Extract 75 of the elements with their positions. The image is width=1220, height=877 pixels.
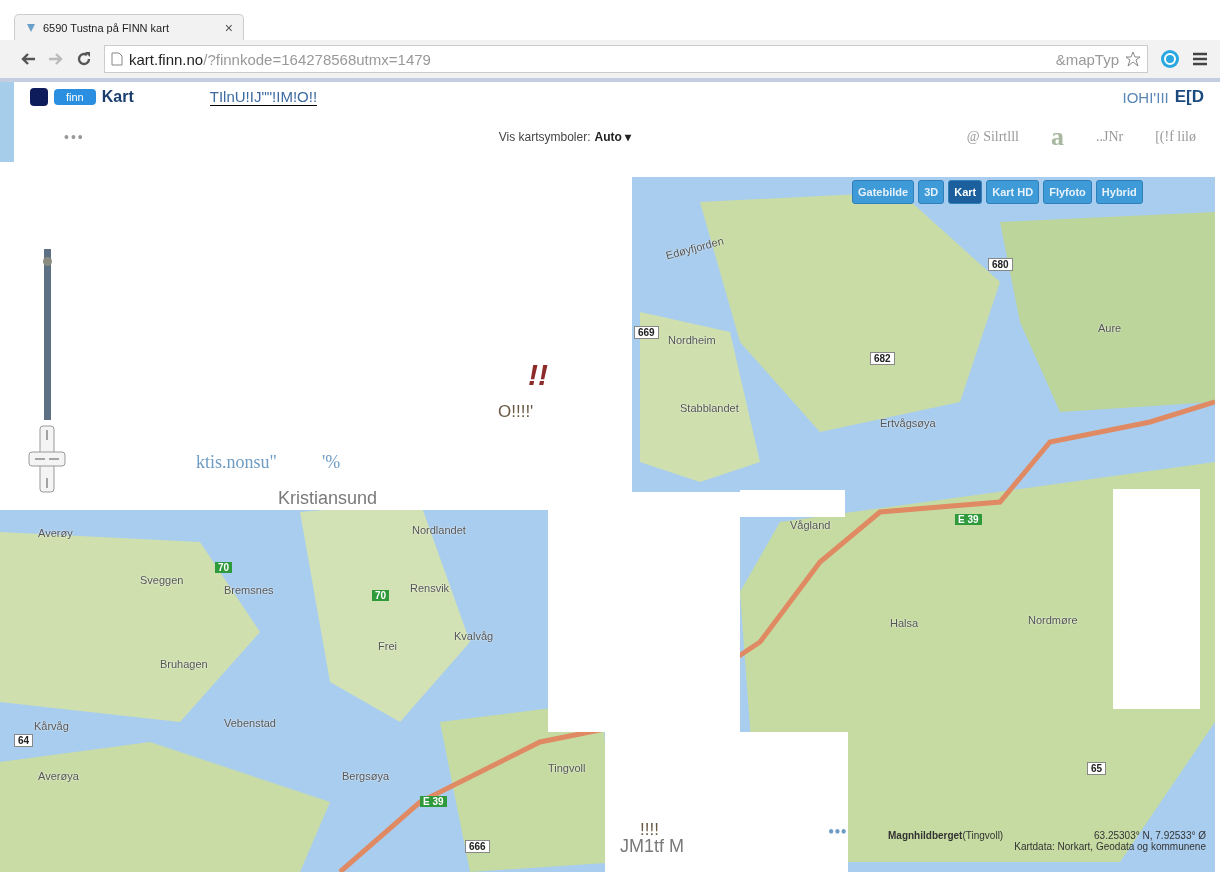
map-type-button[interactable]: Flyfoto: [1043, 180, 1092, 204]
road-number: 64: [14, 734, 34, 747]
address-bar[interactable]: kart.finn.no/?finnkode=164278568utmx=1479 &mapTyp: [104, 45, 1148, 73]
place-label: Ertvågsøya: [880, 417, 936, 429]
menu-icon[interactable]: [1192, 52, 1208, 66]
toolbar-item[interactable]: a: [1050, 122, 1064, 152]
close-button[interactable]: ×: [224, 19, 233, 36]
header-text: E[D: [1174, 87, 1204, 107]
place-label: Bruhagen: [160, 658, 208, 670]
forward-icon[interactable]: [48, 52, 64, 66]
logo-mark: [30, 88, 48, 106]
finn-logo[interactable]: finn: [54, 89, 96, 105]
toolbar-item[interactable]: [(!f lilø: [1155, 129, 1196, 145]
place-label: Tingvoll: [548, 762, 586, 774]
place-label: Vågland: [790, 519, 831, 531]
place-label: Vebenstad: [224, 717, 276, 729]
place-label: Halsa: [890, 617, 919, 629]
map-type-button[interactable]: 3D: [918, 180, 945, 204]
more-dots[interactable]: •••: [64, 129, 85, 145]
place-label: Averøy: [38, 527, 73, 539]
zoom-slider[interactable]: [44, 249, 51, 420]
map-type-button[interactable]: Hybrid: [1095, 180, 1143, 204]
map-credit: Kartdata: Norkart, Geodata og kommunene: [1013, 841, 1206, 852]
place-label: Averøya: [38, 770, 79, 782]
place-label: Nordheim: [668, 334, 716, 346]
stray-text: ktis.nonsu": [196, 452, 277, 473]
road-number: E 39: [420, 796, 447, 807]
back-icon[interactable]: [20, 52, 36, 66]
header-text: IOHI'III: [1122, 88, 1169, 106]
symbols-label: Vis kartsymboler:: [498, 130, 591, 144]
star-icon[interactable]: [1125, 51, 1141, 67]
place-label: Stabblandet: [680, 402, 739, 414]
stray-text: •••: [828, 822, 847, 843]
place-label: Bremsnes: [224, 584, 274, 596]
zoom-thumb[interactable]: [43, 257, 52, 266]
tab-title: 6590 Tustna på FINN kart: [43, 21, 169, 34]
page-icon: [111, 52, 123, 66]
place-label: Sveggen: [140, 574, 184, 586]
road-number: 680: [988, 258, 1013, 271]
place-label: Rensvik: [410, 582, 450, 594]
road-number: 666: [465, 840, 490, 853]
place-label: Kvalvåg: [454, 630, 494, 642]
place-label: Aure: [1098, 322, 1122, 334]
extension-icon[interactable]: [1160, 49, 1180, 69]
pan-control-icon[interactable]: [27, 424, 67, 494]
place-label: Nordmøre: [1028, 614, 1078, 626]
browser-tab[interactable]: 6590 Tustna på FINN kart ×: [14, 14, 244, 40]
map-type-button[interactable]: Kart HD: [986, 180, 1040, 204]
road-number: 65: [1087, 762, 1107, 775]
favicon-icon: [25, 21, 37, 34]
page-title: Kart: [101, 88, 134, 106]
place-label: Frei: [378, 640, 397, 652]
stray-text: '%: [322, 452, 341, 473]
place-label: Bergsøya: [342, 770, 390, 782]
symbols-dropdown[interactable]: Auto ▾: [594, 130, 632, 144]
map-type-button[interactable]: Kart: [948, 180, 983, 204]
place-label: Kårvåg: [34, 720, 69, 732]
stray-text: !!!!: [640, 820, 659, 839]
road-number: 70: [372, 590, 390, 601]
toolbar-item[interactable]: ..JNr: [1095, 129, 1124, 145]
road-number: E 39: [955, 514, 982, 525]
toolbar-item[interactable]: @ Silrtlll: [966, 129, 1019, 145]
reload-icon[interactable]: [76, 51, 92, 67]
road-number: 669: [634, 326, 659, 339]
location-name: Magnhildberget(Tingvoll): [888, 830, 1004, 841]
stray-text: !!: [528, 358, 548, 392]
stray-text: O!!!!': [498, 402, 534, 422]
map-type-button[interactable]: Gatebilde: [852, 180, 915, 204]
header-link[interactable]: TIlnU!IJ""!IM!O!!: [209, 88, 318, 106]
road-number: 682: [870, 352, 895, 365]
coordinates: 63.25303° N, 7.92533° Ø: [1094, 830, 1206, 841]
road-number: 70: [215, 562, 233, 573]
stray-text: Kristiansund: [278, 488, 378, 509]
place-label: Nordlandet: [412, 524, 466, 536]
stray-text: JM1tf M: [620, 836, 684, 857]
